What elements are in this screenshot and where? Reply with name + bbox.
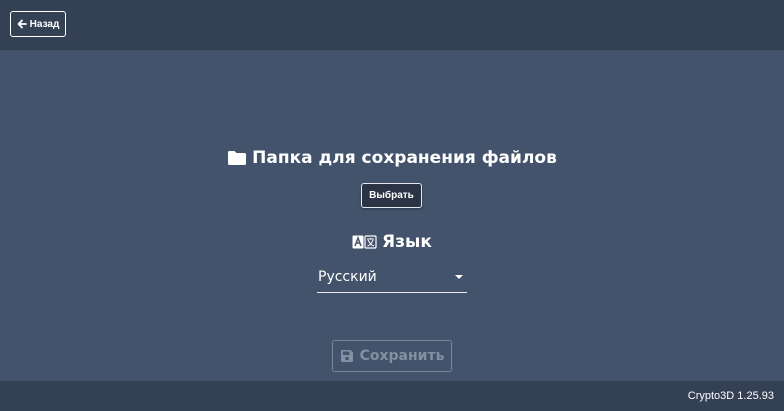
footer-bar: Crypto3D 1.25.93 (0, 381, 784, 411)
floppy-disk-icon (340, 349, 354, 363)
folder-section-label: Папка для сохранения файлов (252, 148, 557, 168)
folder-icon (227, 150, 247, 166)
app-version: Crypto3D 1.25.93 (687, 390, 774, 402)
settings-panel: Папка для сохранения файлов Выбрать Язык… (0, 50, 784, 381)
language-select[interactable]: Русский (317, 264, 467, 293)
translate-icon (352, 235, 377, 249)
save-button[interactable]: Сохранить (332, 340, 452, 372)
language-section-title: Язык (0, 232, 784, 252)
language-section-label: Язык (382, 232, 432, 252)
folder-section-title: Папка для сохранения файлов (0, 148, 784, 168)
top-bar: Назад (0, 0, 784, 50)
arrow-left-icon (17, 19, 27, 29)
chevron-down-icon (455, 275, 463, 279)
language-select-value: Русский (318, 269, 377, 285)
back-button[interactable]: Назад (10, 11, 66, 37)
save-button-label: Сохранить (359, 348, 445, 364)
choose-folder-button[interactable]: Выбрать (361, 183, 422, 208)
back-button-label: Назад (29, 18, 60, 30)
